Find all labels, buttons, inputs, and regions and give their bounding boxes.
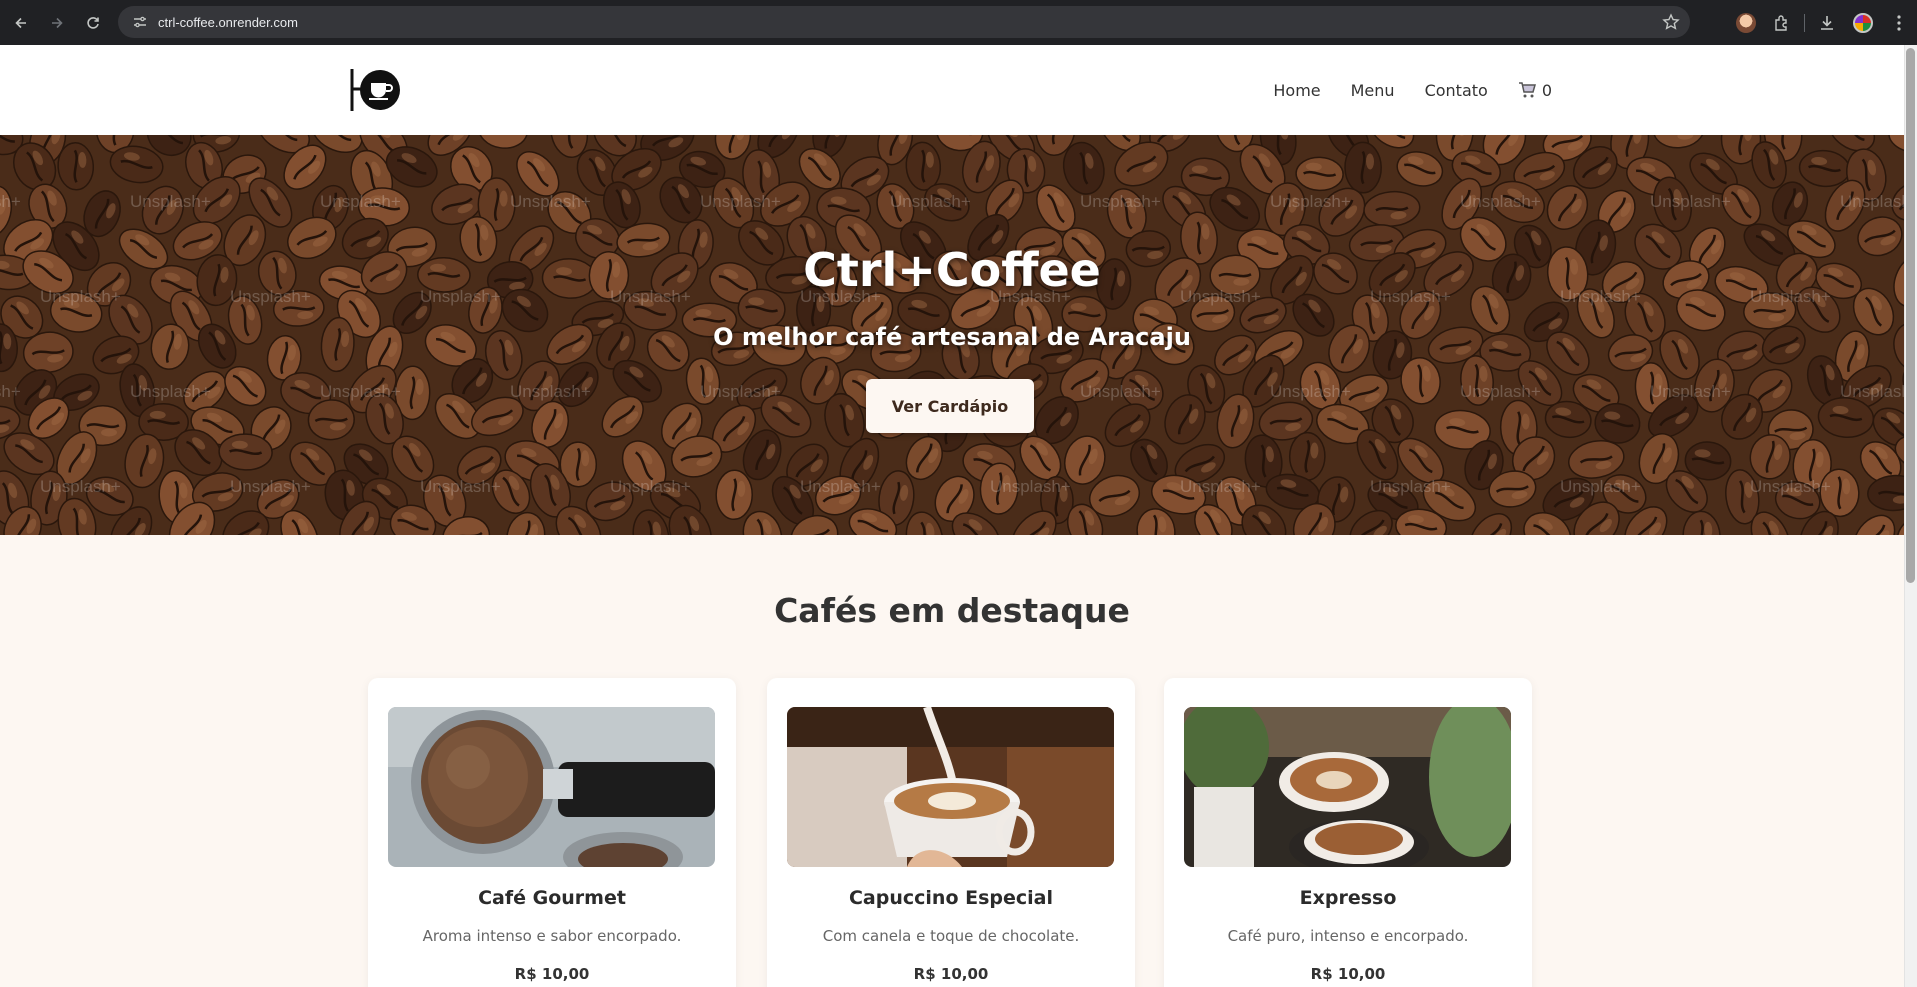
extension-avatar-icon <box>1736 12 1756 33</box>
site-header: Home Menu Contato 0 <box>0 45 1904 135</box>
url-text: ctrl-coffee.onrender.com <box>158 14 298 30</box>
hero-title: Ctrl+Coffee <box>803 243 1101 297</box>
shopping-cart-icon <box>1518 82 1536 98</box>
forward-button[interactable] <box>42 8 72 38</box>
reload-button[interactable] <box>78 8 108 38</box>
cart-button[interactable]: 0 <box>1518 81 1552 100</box>
product-description: Aroma intenso e sabor encorpado. <box>422 927 682 945</box>
view-menu-button[interactable]: Ver Cardápio <box>866 379 1034 433</box>
product-card[interactable]: Capuccino Especial Com canela e toque de… <box>767 678 1135 987</box>
profile-button[interactable] <box>1845 5 1881 41</box>
address-bar[interactable]: ctrl-coffee.onrender.com <box>118 6 1690 38</box>
bookmark-star-icon[interactable] <box>1662 13 1680 31</box>
toolbar-actions <box>1728 0 1917 45</box>
more-menu-button[interactable] <box>1881 5 1917 41</box>
nav-contact-link[interactable]: Contato <box>1425 81 1488 100</box>
more-menu-icon <box>1897 14 1901 31</box>
product-description: Café puro, intenso e encorpado. <box>1227 927 1469 945</box>
hero-banner: Unsplash+Unsplash+Unsplash+Unsplash+Unsp… <box>0 135 1904 535</box>
web-page: Home Menu Contato 0 Unsplash+Unsplash+Un… <box>0 45 1904 987</box>
download-icon <box>1821 15 1833 30</box>
product-image <box>388 707 715 867</box>
product-image <box>787 707 1114 867</box>
product-price: R$ 10,00 <box>1310 965 1386 983</box>
nav-menu-link[interactable]: Menu <box>1351 81 1395 100</box>
forward-icon <box>52 17 63 28</box>
profile-avatar-icon <box>1853 12 1873 33</box>
browser-toolbar: ctrl-coffee.onrender.com <box>0 0 1917 45</box>
product-name: Expresso <box>1299 887 1397 909</box>
page-scrollbar-thumb[interactable] <box>1906 48 1915 583</box>
cart-count: 0 <box>1541 80 1552 100</box>
ground-coffee-portafilter-image <box>388 707 715 867</box>
product-description: Com canela e toque de chocolate. <box>822 927 1080 945</box>
product-price: R$ 10,00 <box>913 965 989 983</box>
product-card[interactable]: Expresso Café puro, intenso e encorpado.… <box>1164 678 1532 987</box>
reload-icon <box>87 16 99 29</box>
site-settings-icon <box>134 16 146 28</box>
product-image <box>1184 707 1511 867</box>
hero-subtitle: O melhor café artesanal de Aracaju <box>713 323 1191 351</box>
extensions-button[interactable] <box>1764 5 1800 41</box>
extension-avatar-button[interactable] <box>1728 5 1764 41</box>
espresso-cups-plants-image <box>1184 707 1511 867</box>
site-settings-button[interactable] <box>126 8 154 36</box>
back-icon <box>15 17 26 28</box>
downloads-button[interactable] <box>1809 5 1845 41</box>
toolbar-divider <box>1804 13 1805 32</box>
extensions-icon <box>1775 14 1787 31</box>
cappuccino-latte-art-image <box>787 707 1114 867</box>
nav-home-link[interactable]: Home <box>1273 81 1320 100</box>
coffee-shop-logo-icon[interactable] <box>349 67 403 113</box>
product-name: Capuccino Especial <box>848 887 1053 909</box>
featured-title: Cafés em destaque <box>774 591 1130 630</box>
product-name: Café Gourmet <box>478 887 626 909</box>
back-button[interactable] <box>6 8 36 38</box>
product-card[interactable]: Café Gourmet Aroma intenso e sabor encor… <box>368 678 736 987</box>
product-price: R$ 10,00 <box>514 965 590 983</box>
featured-section: Cafés em destaque Café Gourmet Aroma int <box>0 535 1904 987</box>
hero-content: Ctrl+Coffee O melhor café artesanal de A… <box>0 135 1904 535</box>
main-nav: Home Menu Contato 0 <box>1273 45 1552 135</box>
